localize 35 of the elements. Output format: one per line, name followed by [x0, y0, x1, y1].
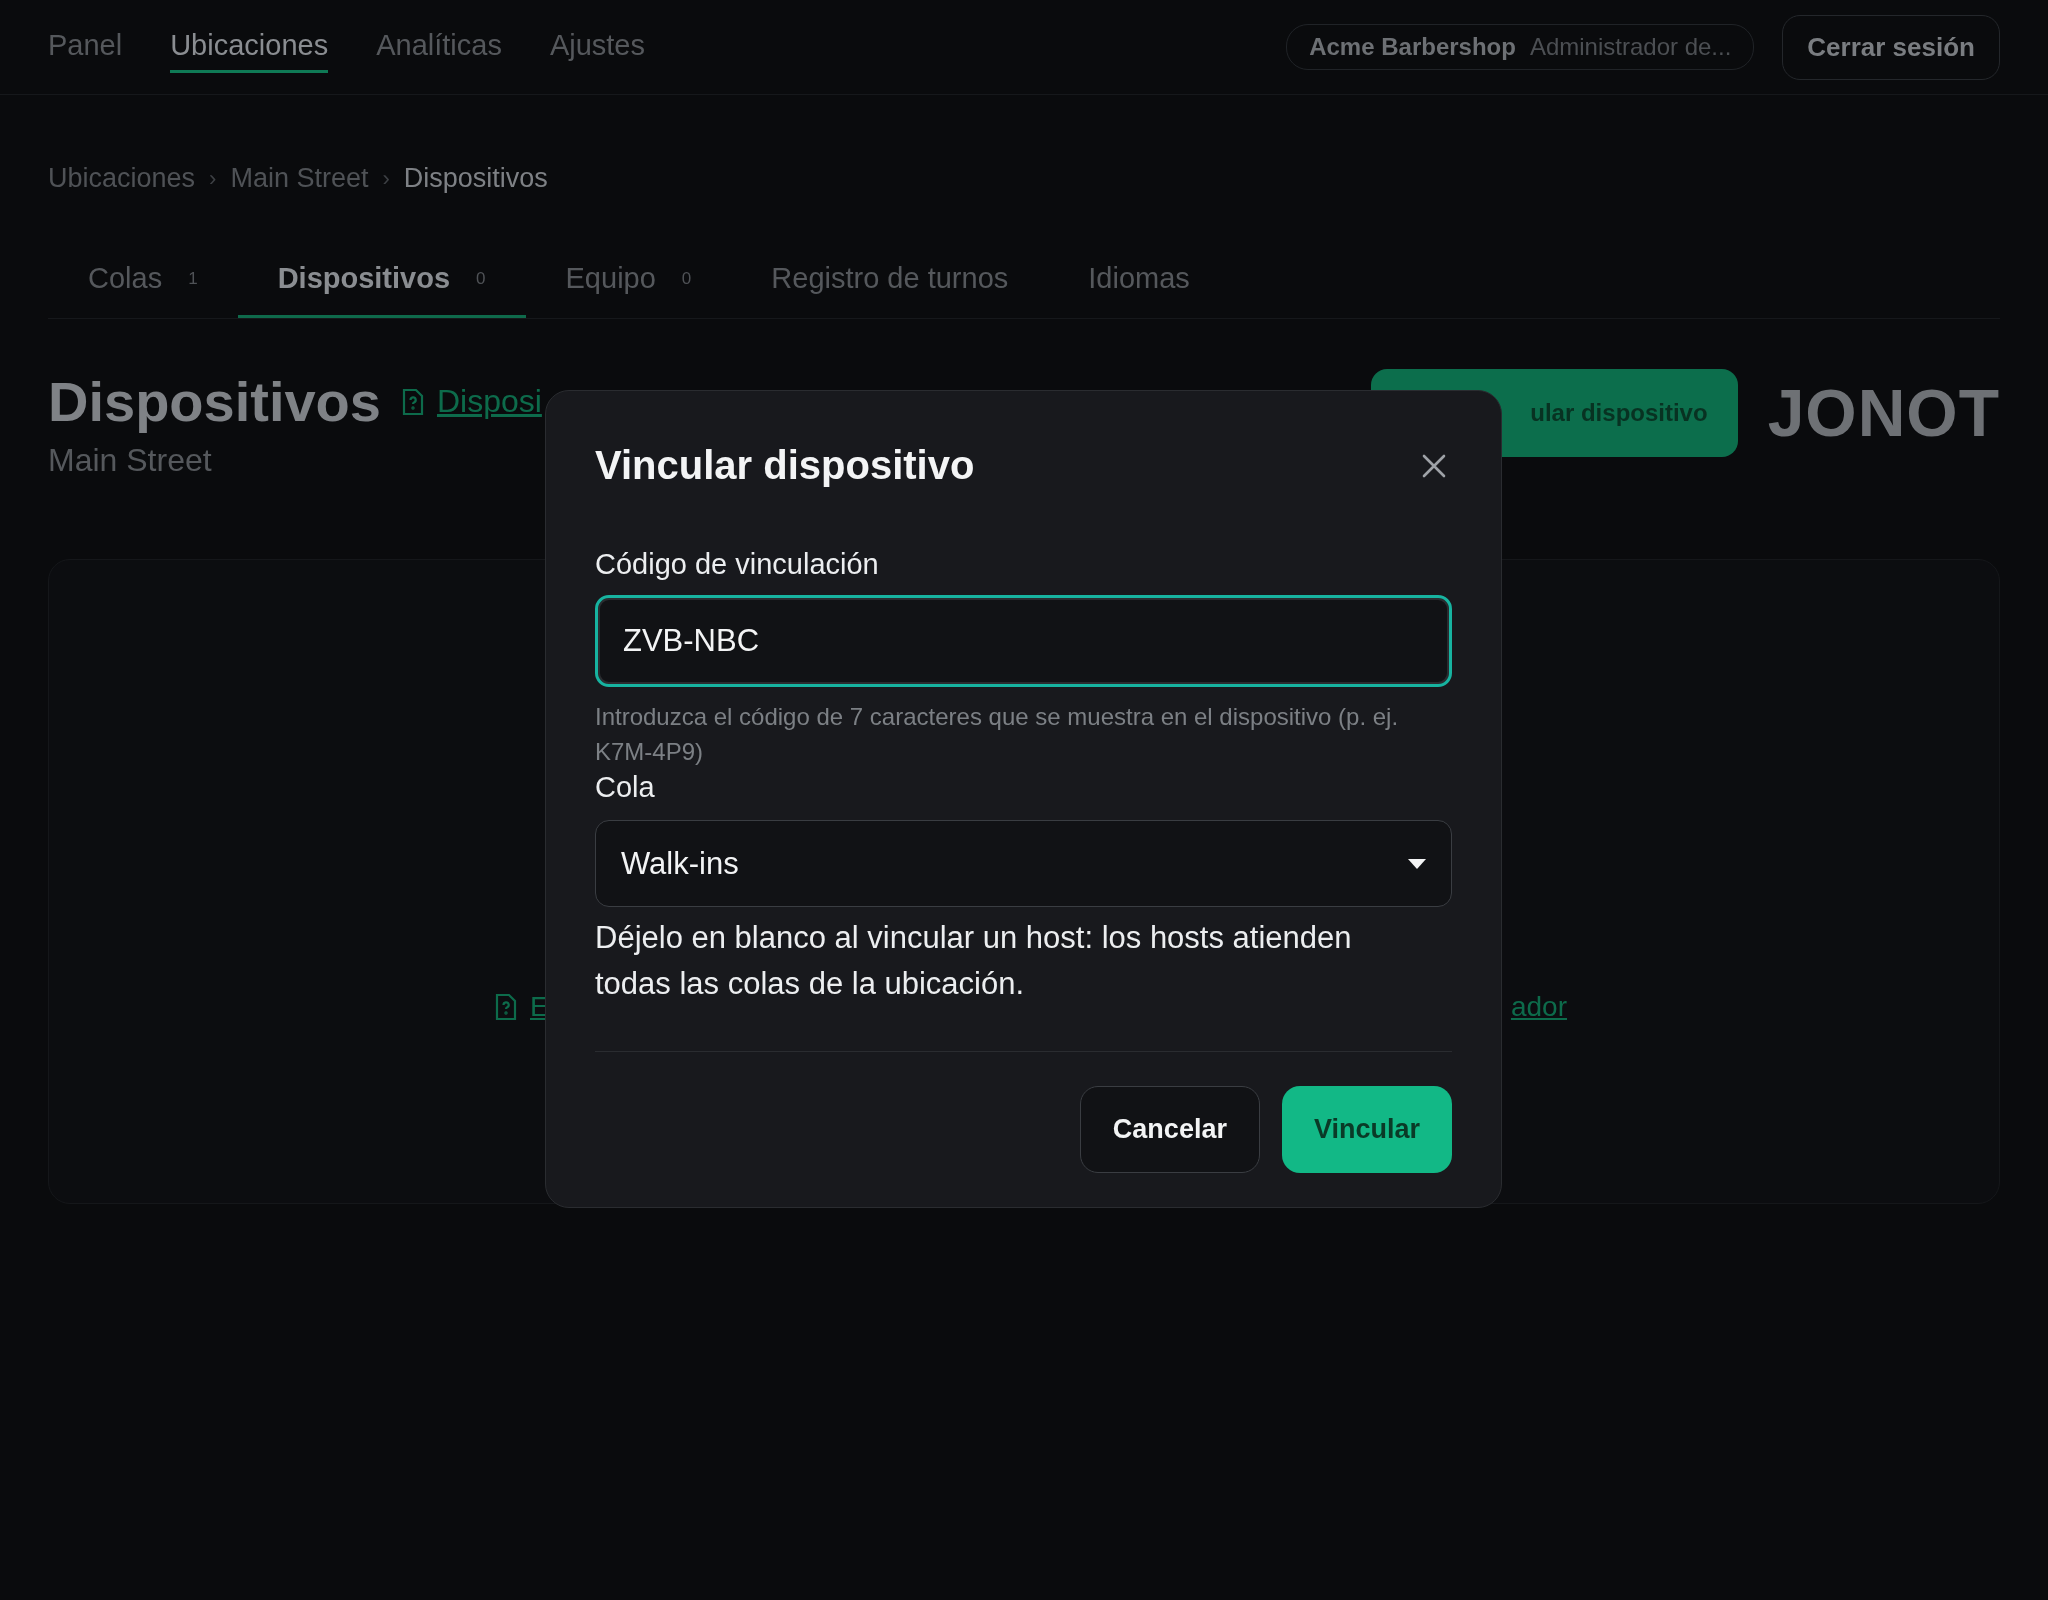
field-hint: Introduzca el código de 7 caracteres que se muestra en el dispositivo (p. ej. K7M-4P9) [595, 702, 1400, 767]
queue-select[interactable]: Walk-ins [595, 820, 1452, 907]
nav-link[interactable]: Panel [48, 21, 123, 73]
breadcrumb-item: Dispositivos [403, 163, 548, 194]
brand-logo: JONOT [1767, 375, 2000, 452]
tab[interactable]: Equipo 0 [525, 244, 732, 318]
help-document-icon [494, 992, 518, 1021]
page-subtitle: Main Street [48, 442, 213, 479]
tab[interactable]: Dispositivos 0 [237, 244, 526, 318]
page-title: Dispositivos [48, 369, 381, 434]
account-role: Administrador de... [1529, 33, 1732, 61]
help-link[interactable]: Disposi [400, 383, 542, 420]
nav-link[interactable]: Ubicaciones [170, 21, 329, 73]
dialog-title: Vincular dispositivo [595, 443, 975, 488]
field-note: Déjelo en blanco al vincular un host: los hosts atienden todas las colas de la ubicación. [595, 919, 1353, 1003]
cancel-button[interactable]: Cancelar [1079, 1086, 1260, 1173]
business-name: Acme Barbershop [1309, 33, 1516, 61]
breadcrumb-item[interactable]: Main Street [230, 163, 369, 194]
tab[interactable]: Registro de turnos [731, 244, 1049, 318]
dropdown-caret-icon [1408, 858, 1426, 869]
tab[interactable]: Colas 1 [48, 244, 238, 318]
breadcrumb-separator: › [382, 165, 390, 192]
tab[interactable]: Idiomas [1048, 244, 1230, 318]
help-document-icon [400, 387, 425, 416]
field-label: Cola [595, 771, 656, 804]
nav-link[interactable]: Ajustes [549, 21, 645, 73]
breadcrumb-item[interactable]: Ubicaciones [48, 163, 196, 194]
nav-link[interactable]: Analíticas [376, 21, 502, 73]
link-button[interactable]: Vincular [1281, 1086, 1452, 1173]
field-label: Código de vinculación [595, 548, 880, 581]
breadcrumb-separator: › [209, 165, 217, 192]
pairing-code-field[interactable]: ZVB-NBC [595, 595, 1452, 687]
help-link[interactable]: ador [1510, 990, 1567, 1023]
logout-button[interactable]: Cerrar sesión [1782, 14, 2000, 80]
account-badge[interactable]: Acme Barbershop Administrador de... [1286, 24, 1755, 70]
